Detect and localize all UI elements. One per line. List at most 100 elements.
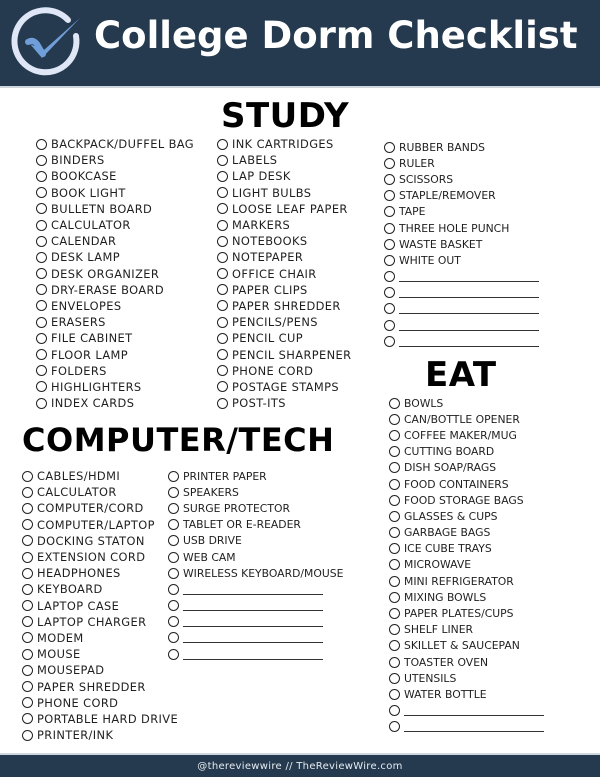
checklist-item[interactable]: DRY-ERASE BOARD <box>36 282 194 298</box>
checklist-item[interactable]: MOUSE <box>22 646 178 662</box>
checkbox-circle-icon[interactable] <box>384 238 395 250</box>
checkbox-circle-icon[interactable] <box>168 502 179 514</box>
blank-checklist-item[interactable] <box>168 646 343 662</box>
checkbox-circle-icon[interactable] <box>384 157 395 169</box>
checkbox-circle-icon[interactable] <box>389 543 400 555</box>
checkbox-circle-icon[interactable] <box>22 729 33 741</box>
checklist-item[interactable]: ERASERS <box>36 314 194 330</box>
checklist-item[interactable]: FLOOR LAMP <box>36 346 194 362</box>
checkbox-circle-icon[interactable] <box>217 187 228 199</box>
blank-checklist-item[interactable] <box>389 703 544 719</box>
checkbox-circle-icon[interactable] <box>389 446 400 458</box>
checkbox-circle-icon[interactable] <box>384 319 395 331</box>
checkbox-circle-icon[interactable] <box>384 206 395 218</box>
checkbox-circle-icon[interactable] <box>389 527 400 539</box>
checklist-item[interactable]: WIRELESS KEYBOARD/MOUSE <box>168 565 343 581</box>
write-in-line[interactable] <box>183 658 323 660</box>
checklist-item[interactable]: PRINTER/INK <box>22 727 178 743</box>
checkbox-circle-icon[interactable] <box>168 616 179 628</box>
checkbox-circle-icon[interactable] <box>22 616 33 628</box>
checkbox-circle-icon[interactable] <box>217 138 228 150</box>
checkbox-circle-icon[interactable] <box>389 688 400 700</box>
write-in-line[interactable] <box>399 297 539 299</box>
write-in-line[interactable] <box>399 345 539 347</box>
checklist-item[interactable]: CALENDAR <box>36 233 194 249</box>
checkbox-circle-icon[interactable] <box>22 551 33 563</box>
blank-checklist-item[interactable] <box>168 630 343 646</box>
blank-checklist-item[interactable] <box>168 581 343 597</box>
checklist-item[interactable]: CALCULATOR <box>36 217 194 233</box>
checkbox-circle-icon[interactable] <box>217 268 228 280</box>
checklist-item[interactable]: CALCULATOR <box>22 484 178 500</box>
checkbox-circle-icon[interactable] <box>384 254 395 266</box>
checkbox-circle-icon[interactable] <box>389 494 400 506</box>
checkbox-circle-icon[interactable] <box>217 170 228 182</box>
write-in-line[interactable] <box>183 626 323 628</box>
checklist-item[interactable]: LIGHT BULBS <box>217 185 351 201</box>
checkbox-circle-icon[interactable] <box>389 429 400 441</box>
checkbox-circle-icon[interactable] <box>22 535 33 547</box>
checkbox-circle-icon[interactable] <box>389 462 400 474</box>
checklist-item[interactable]: BOWLS <box>389 395 544 411</box>
checkbox-circle-icon[interactable] <box>168 632 179 644</box>
checklist-item[interactable]: COFFEE MAKER/MUG <box>389 427 544 443</box>
checklist-item[interactable]: DOCKING STATON <box>22 533 178 549</box>
checklist-item[interactable]: NOTEPAPER <box>217 249 351 265</box>
checkbox-circle-icon[interactable] <box>22 664 33 676</box>
checkbox-circle-icon[interactable] <box>217 365 228 377</box>
checkbox-circle-icon[interactable] <box>22 502 33 514</box>
blank-checklist-item[interactable] <box>168 598 343 614</box>
checkbox-circle-icon[interactable] <box>389 591 400 603</box>
checklist-item[interactable]: INK CARTRIDGES <box>217 136 351 152</box>
checkbox-circle-icon[interactable] <box>36 381 47 393</box>
write-in-line[interactable] <box>399 329 539 331</box>
checkbox-circle-icon[interactable] <box>36 300 47 312</box>
checklist-item[interactable]: LABELS <box>217 152 351 168</box>
checklist-item[interactable]: ICE CUBE TRAYS <box>389 541 544 557</box>
checklist-item[interactable]: SHELF LINER <box>389 622 544 638</box>
checklist-item[interactable]: WEB CAM <box>168 549 343 565</box>
checklist-item[interactable]: GLASSES & CUPS <box>389 508 544 524</box>
checklist-item[interactable]: GARBAGE BAGS <box>389 525 544 541</box>
checklist-item[interactable]: BULLETN BOARD <box>36 201 194 217</box>
checkbox-circle-icon[interactable] <box>389 397 400 409</box>
checklist-item[interactable]: TAPE <box>384 204 539 220</box>
checklist-item[interactable]: THREE HOLE PUNCH <box>384 220 539 236</box>
checkbox-circle-icon[interactable] <box>384 222 395 234</box>
checklist-item[interactable]: DESK ORGANIZER <box>36 266 194 282</box>
checkbox-circle-icon[interactable] <box>168 600 179 612</box>
checklist-item[interactable]: CUTTING BOARD <box>389 444 544 460</box>
checkbox-circle-icon[interactable] <box>389 656 400 668</box>
checkbox-circle-icon[interactable] <box>389 413 400 425</box>
checklist-item[interactable]: PENCILS/PENS <box>217 314 351 330</box>
checkbox-circle-icon[interactable] <box>217 203 228 215</box>
checklist-item[interactable]: RULER <box>384 155 539 171</box>
checkbox-circle-icon[interactable] <box>217 154 228 166</box>
checklist-item[interactable]: POSTAGE STAMPS <box>217 379 351 395</box>
checklist-item[interactable]: PAPER CLIPS <box>217 282 351 298</box>
checklist-item[interactable]: PENCIL CUP <box>217 330 351 346</box>
checklist-item[interactable]: CABLES/HDMI <box>22 468 178 484</box>
checklist-item[interactable]: POST-ITS <box>217 395 351 411</box>
checkbox-circle-icon[interactable] <box>389 705 400 717</box>
checkbox-circle-icon[interactable] <box>384 335 395 347</box>
checklist-item[interactable]: FILE CABINET <box>36 330 194 346</box>
checklist-item[interactable]: USB DRIVE <box>168 533 343 549</box>
checkbox-circle-icon[interactable] <box>36 170 47 182</box>
checkbox-circle-icon[interactable] <box>389 559 400 571</box>
checklist-item[interactable]: MODEM <box>22 630 178 646</box>
checklist-item[interactable]: HEADPHONES <box>22 565 178 581</box>
checkbox-circle-icon[interactable] <box>36 154 47 166</box>
checkbox-circle-icon[interactable] <box>384 271 395 283</box>
checkbox-circle-icon[interactable] <box>389 672 400 684</box>
checklist-item[interactable]: PORTABLE HARD DRIVE <box>22 711 178 727</box>
checklist-item[interactable]: BACKPACK/DUFFEL BAG <box>36 136 194 152</box>
checkbox-circle-icon[interactable] <box>384 141 395 153</box>
checklist-item[interactable]: MOUSEPAD <box>22 662 178 678</box>
checklist-item[interactable]: EXTENSION CORD <box>22 549 178 565</box>
checklist-item[interactable]: PENCIL SHARPENER <box>217 346 351 362</box>
checklist-item[interactable]: NOTEBOOKS <box>217 233 351 249</box>
checkbox-circle-icon[interactable] <box>217 349 228 361</box>
checklist-item[interactable]: MARKERS <box>217 217 351 233</box>
checkbox-circle-icon[interactable] <box>384 190 395 202</box>
